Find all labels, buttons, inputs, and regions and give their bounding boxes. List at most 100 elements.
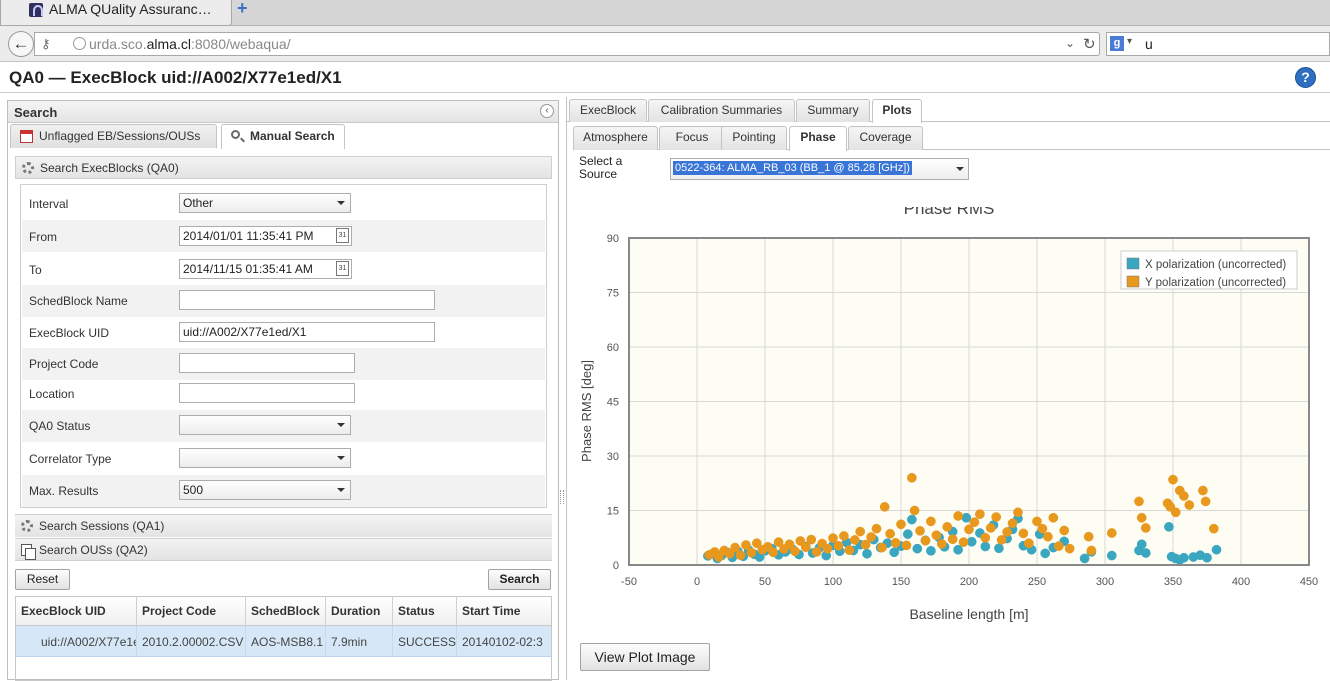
tab-manual-search[interactable]: Manual Search [221, 124, 345, 149]
search-panel-header: Search ‹ [8, 101, 558, 123]
execblock-uid-input[interactable]: uid://A002/X77e1ed/X1 [179, 322, 435, 342]
search-query[interactable]: u [1145, 36, 1153, 52]
data-point [849, 535, 860, 545]
data-point [907, 472, 917, 483]
data-point [1179, 491, 1189, 501]
section-search-execblocks[interactable]: Search ExecBlocks (QA0) [15, 156, 552, 179]
data-point [1200, 496, 1211, 507]
field-label: SchedBlock Name [29, 294, 128, 308]
data-point [885, 528, 895, 539]
tab-unflagged[interactable]: Unflagged EB/Sessions/OUSs [10, 124, 217, 148]
field-label: Location [29, 387, 75, 401]
correlator-type-select[interactable] [179, 448, 351, 468]
address-bar[interactable]: ⚷ urda.sco.alma.cl:8080/webaqua/ ⌄ ↻ [34, 32, 1100, 56]
search-button[interactable]: Search [488, 569, 551, 590]
data-point [811, 547, 822, 557]
tab-plots[interactable]: Plots [872, 99, 922, 123]
column-header-execblock-uid[interactable]: ExecBlock UID [16, 597, 137, 626]
interval-select[interactable]: Other [179, 193, 351, 213]
table-row[interactable]: uid://A002/X77e1ed/X1 2010.2.00002.CSV A… [16, 626, 551, 657]
search-bar[interactable]: g ▾ u [1106, 32, 1330, 56]
subtab-focus[interactable]: Focus [659, 126, 725, 150]
new-tab-button[interactable]: + [237, 0, 253, 17]
reload-icon[interactable]: ↻ [1083, 35, 1096, 53]
field-row-qa0-status: QA0 Status [22, 410, 545, 442]
column-header-project-code[interactable]: Project Code [137, 597, 246, 626]
data-point [855, 526, 866, 537]
interval-value: Other [183, 196, 214, 210]
x-tick-label: 100 [824, 576, 842, 588]
caret-down-icon [956, 167, 964, 171]
data-point [1079, 553, 1090, 564]
source-select-label: Select a Source [579, 154, 623, 181]
help-icon[interactable]: ? [1295, 67, 1316, 88]
legend-swatch [1126, 275, 1140, 288]
source-select-value: 0522-364: ALMA_RB_03 (BB_1 @ 85.28 [GHz]… [673, 161, 912, 175]
location-input[interactable] [179, 383, 355, 403]
google-icon[interactable]: g [1110, 36, 1124, 51]
calendar-icon[interactable]: 31 [336, 228, 349, 243]
chart-title: Phase RMS [904, 207, 995, 218]
column-header-duration[interactable]: Duration [326, 597, 393, 626]
to-date-input[interactable]: 2014/11/15 01:35:41 AM 31 [179, 259, 352, 279]
back-button[interactable]: ← [8, 31, 34, 57]
data-point [936, 539, 947, 549]
browser-tab[interactable]: ALMA QUality Assuranc… [0, 0, 232, 26]
subtab-pointing[interactable]: Pointing [721, 126, 787, 150]
cell-duration: 7.9min [326, 626, 393, 657]
tab-summary[interactable]: Summary [796, 99, 870, 122]
calendar-icon[interactable]: 31 [336, 261, 349, 276]
source-select[interactable]: 0522-364: ALMA_RB_03 (BB_1 @ 85.28 [GHz]… [670, 158, 969, 180]
data-point [862, 548, 872, 559]
data-point [980, 532, 991, 543]
section-search-ouss[interactable]: Search OUSs (QA2) [15, 538, 552, 561]
subtab-phase[interactable]: Phase [789, 126, 847, 151]
caret-down-icon [337, 488, 345, 492]
data-point [890, 537, 901, 548]
section-search-sessions[interactable]: Search Sessions (QA1) [15, 514, 552, 537]
key-icon[interactable]: ⚷ [41, 36, 51, 52]
column-header-start-time[interactable]: Start Time [457, 597, 551, 626]
x-tick-label: -50 [621, 576, 637, 588]
x-tick-label: 150 [892, 576, 910, 588]
qa0-status-select[interactable] [179, 415, 351, 435]
tab-execblock[interactable]: ExecBlock [569, 99, 647, 122]
project-code-input[interactable] [179, 353, 355, 373]
data-point [877, 542, 887, 553]
from-date-input[interactable]: 2014/01/01 11:35:41 PM 31 [179, 226, 352, 246]
data-point [909, 505, 920, 516]
max-results-select[interactable]: 500 [179, 480, 351, 500]
section-search-sessions-label: Search Sessions (QA1) [39, 519, 165, 533]
data-point [958, 537, 969, 547]
execblock-search-form: Interval Other From 2014/01/01 11:35:41 … [20, 184, 547, 508]
y-tick-label: 90 [607, 233, 619, 245]
column-header-status[interactable]: Status [393, 597, 457, 626]
subtab-atmosphere[interactable]: Atmosphere [573, 126, 658, 150]
chevron-down-icon[interactable]: ▾ [1127, 36, 1132, 47]
data-point [896, 519, 906, 530]
url-text[interactable]: urda.sco.alma.cl:8080/webaqua/ [89, 36, 291, 52]
view-plot-image-button[interactable]: View Plot Image [580, 643, 710, 671]
url-host-domain: alma.cl [146, 36, 191, 52]
calendar-icon [20, 130, 33, 143]
reset-button[interactable]: Reset [15, 569, 70, 590]
data-point [741, 540, 751, 550]
x-tick-label: 300 [1096, 576, 1114, 588]
tab-calibration-summaries[interactable]: Calibration Summaries [648, 99, 795, 122]
data-point [1043, 531, 1053, 542]
cell-schedblock: AOS-MSB8.1 [246, 626, 326, 657]
schedblock-name-input[interactable] [179, 290, 435, 310]
chevron-down-icon[interactable]: ⌄ [1065, 36, 1075, 50]
caret-down-icon [337, 201, 345, 205]
column-header-schedblock[interactable]: SchedBlock [246, 597, 326, 626]
chart-legend: X polarization (uncorrected) Y polarizati… [1120, 250, 1298, 290]
legend-swatch [1126, 257, 1140, 270]
search-panel-title: Search [14, 105, 58, 120]
data-point [980, 541, 991, 552]
collapse-icon[interactable]: ‹ [540, 104, 554, 118]
data-point [768, 547, 779, 558]
data-point [907, 514, 917, 525]
panel-splitter[interactable] [560, 490, 564, 504]
subtab-coverage[interactable]: Coverage [848, 126, 923, 150]
chart-y-axis-label: Phase RMS [deg] [579, 360, 594, 462]
